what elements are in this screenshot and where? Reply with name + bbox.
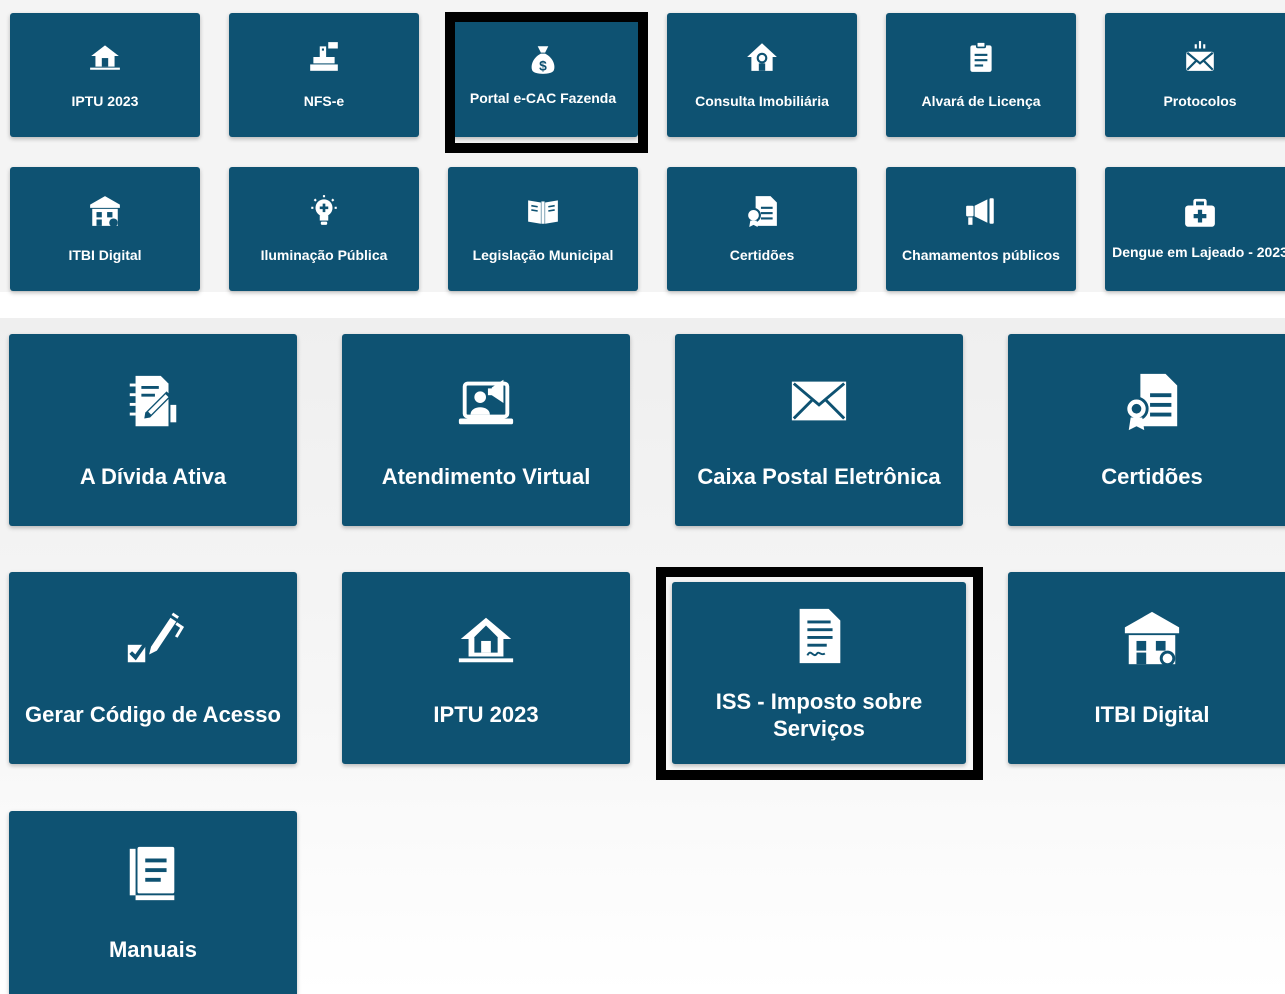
tile-protocolos[interactable]: Protocolos (1105, 13, 1285, 137)
tile-manuais[interactable]: Manuais (9, 811, 297, 994)
tile-label: Caixa Postal Eletrônica (697, 464, 941, 489)
tile-caixa-postal-eletronica[interactable]: Caixa Postal Eletrônica (675, 334, 963, 526)
manual-book-icon (122, 843, 184, 910)
megaphone-icon (964, 194, 998, 233)
tile-label: Protocolos (1163, 93, 1237, 109)
tile-itbi-digital[interactable]: ITBI Digital (1008, 572, 1285, 764)
tile-alvara-de-licenca[interactable]: Alvará de Licença (886, 13, 1076, 137)
first-aid-kit-icon (1183, 197, 1217, 236)
tile-atendimento-virtual[interactable]: Atendimento Virtual (342, 334, 630, 526)
tile-chamamentos-publicos[interactable]: Chamamentos públicos (886, 167, 1076, 291)
envelope-icon (1183, 40, 1217, 79)
tile-iss-imposto-sobre-servicos[interactable]: ISS - Imposto sobre Serviços (672, 582, 966, 764)
tile-iluminacao-publica[interactable]: Iluminação Pública (229, 167, 419, 291)
tile-label: NFS-e (303, 93, 345, 109)
tile-iptu-2023[interactable]: IPTU 2023 (342, 572, 630, 764)
tile-certidoes[interactable]: Certidões (667, 167, 857, 291)
certificate-icon (1121, 370, 1183, 437)
tile-nfs-e[interactable]: NFS-e (229, 13, 419, 137)
home-search-icon (745, 40, 779, 79)
tile-label: Certidões (1101, 464, 1203, 489)
tile-consulta-imobiliaria[interactable]: Consulta Imobiliária (667, 13, 857, 137)
tile-divida-ativa[interactable]: A Dívida Ativa (9, 334, 297, 526)
building-icon (1121, 608, 1183, 675)
tile-label: ITBI Digital (68, 247, 142, 263)
tile-label: Consulta Imobiliária (695, 93, 829, 109)
tile-label: Gerar Código de Acesso (25, 702, 281, 727)
tile-dengue-em-lajeado-2023[interactable]: Dengue em Lajeado - 2023 (1105, 167, 1285, 291)
tile-label: Atendimento Virtual (381, 464, 591, 489)
envelope-icon (788, 370, 850, 437)
tile-label: Certidões (729, 247, 795, 263)
tile-label: IPTU 2023 (433, 702, 539, 727)
tile-gerar-codigo-de-acesso[interactable]: Gerar Código de Acesso (9, 572, 297, 764)
tile-label: A Dívida Ativa (79, 464, 227, 489)
tile-label: IPTU 2023 (71, 93, 139, 109)
tile-label: Chamamentos públicos (902, 247, 1060, 263)
lightbulb-icon (307, 194, 341, 233)
house-icon (455, 608, 517, 675)
pen-check-icon (122, 608, 185, 675)
tile-label: Dengue em Lajeado - 2023 (1112, 244, 1285, 260)
virtual-support-icon (455, 370, 517, 437)
tile-certidoes[interactable]: Certidões (1008, 334, 1285, 526)
tile-label: Manuais (108, 936, 198, 962)
tile-iptu-2023[interactable]: IPTU 2023 (10, 13, 200, 137)
tile-label: Alvará de Licença (921, 93, 1041, 109)
tile-label: Legislação Municipal (472, 247, 614, 263)
building-icon (88, 194, 122, 233)
tile-legislacao-municipal[interactable]: Legislação Municipal (448, 167, 638, 291)
document-sign-icon (122, 370, 184, 437)
money-bag-icon: $ (526, 43, 560, 82)
tile-label: Portal e-CAC Fazenda (469, 90, 617, 106)
tile-label: ISS - Imposto sobre Serviços (715, 688, 923, 741)
open-book-icon (526, 194, 560, 233)
svg-text:$: $ (539, 58, 547, 74)
certificate-icon (745, 194, 779, 233)
house-icon (88, 40, 122, 79)
tile-label: Iluminação Pública (260, 247, 388, 263)
tile-itbi-digital[interactable]: ITBI Digital (10, 167, 200, 291)
tile-portal-e-cac-fazenda[interactable]: $ Portal e-CAC Fazenda (448, 13, 638, 137)
clipboard-icon (964, 40, 998, 79)
signed-document-icon (788, 605, 850, 672)
cash-register-icon (307, 40, 341, 79)
tile-label: ITBI Digital (1094, 702, 1210, 727)
